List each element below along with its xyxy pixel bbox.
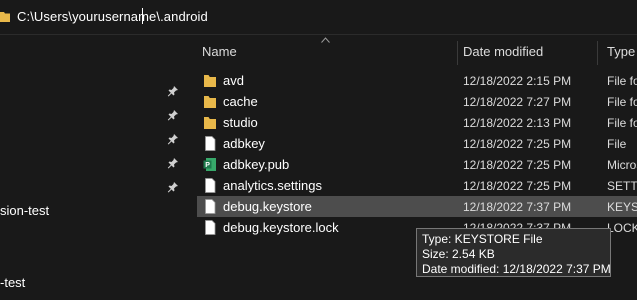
column-divider[interactable] (457, 41, 458, 65)
file-info-tooltip: Type: KEYSTORE File Size: 2.54 KB Date m… (416, 228, 611, 277)
address-path[interactable]: C:\Users\yourusername\.android (17, 9, 208, 24)
file-icon (205, 220, 216, 235)
file-row-avd[interactable]: avd 12/18/2022 2:15 PM File folder (197, 70, 637, 91)
file-row-adbkey[interactable]: adbkey 12/18/2022 7:25 PM File (197, 133, 637, 154)
column-divider[interactable] (597, 41, 598, 65)
folder-icon (0, 12, 10, 22)
folder-icon (204, 117, 216, 129)
nav-item-test[interactable]: -test (0, 275, 25, 290)
file-type: LOCK File (607, 221, 637, 235)
text-caret (142, 8, 143, 24)
pin-icon[interactable] (167, 157, 179, 169)
file-icon (205, 199, 216, 214)
file-row-studio[interactable]: studio 12/18/2022 2:13 PM File folder (197, 112, 637, 133)
file-type: File folder (607, 95, 637, 109)
file-name: adbkey.pub (223, 157, 290, 172)
file-type: File folder (607, 74, 637, 88)
tooltip-type: Type: KEYSTORE File (422, 232, 543, 246)
column-header: Name Date modified Type (193, 41, 637, 65)
file-name: avd (223, 73, 244, 88)
file-name: adbkey (223, 136, 265, 151)
folder-icon (204, 75, 216, 87)
file-type: SETTINGS File (607, 179, 637, 193)
file-type: File folder (607, 116, 637, 130)
file-icon (205, 136, 216, 151)
file-row-adbkey-pub[interactable]: P adbkey.pub 12/18/2022 7:25 PM Microsof… (197, 154, 637, 175)
column-name[interactable]: Name (202, 44, 237, 59)
file-type: KEYSTORE File (607, 200, 637, 214)
column-type[interactable]: Type (607, 44, 637, 59)
file-name: studio (223, 115, 258, 130)
svg-text:P: P (205, 162, 210, 169)
file-name: debug.keystore (223, 199, 312, 214)
file-date: 12/18/2022 7:27 PM (463, 95, 572, 109)
pin-icon[interactable] (167, 181, 179, 193)
file-date: 12/18/2022 7:25 PM (463, 179, 572, 193)
file-row-debug-keystore[interactable]: debug.keystore 12/18/2022 7:37 PM KEYSTO… (197, 196, 637, 217)
file-date: 12/18/2022 7:25 PM (463, 158, 572, 172)
tooltip-date: Date modified: 12/18/2022 7:37 PM (422, 262, 611, 276)
column-date-modified[interactable]: Date modified (463, 44, 543, 59)
file-row-cache[interactable]: cache 12/18/2022 7:27 PM File folder (197, 91, 637, 112)
file-type: Microsoft Publisher Document (607, 158, 637, 172)
file-row-analytics-settings[interactable]: analytics.settings 12/18/2022 7:25 PM SE… (197, 175, 637, 196)
address-bar[interactable]: C:\Users\yourusername\.android (0, 0, 637, 35)
file-name: analytics.settings (223, 178, 322, 193)
pin-icon[interactable] (167, 109, 179, 121)
file-date: 12/18/2022 7:37 PM (463, 200, 572, 214)
file-icon (205, 178, 216, 193)
pin-icon[interactable] (167, 133, 179, 145)
publisher-icon: P (203, 158, 216, 171)
file-name: debug.keystore.lock (223, 220, 339, 235)
file-name: cache (223, 94, 258, 109)
navigation-pane: sion-test -test (0, 35, 193, 300)
tooltip-size: Size: 2.54 KB (422, 247, 495, 261)
nav-item-session-test[interactable]: sion-test (0, 203, 49, 218)
pin-icon[interactable] (167, 85, 179, 97)
file-date: 12/18/2022 2:15 PM (463, 74, 572, 88)
folder-icon (204, 96, 216, 108)
file-date: 12/18/2022 7:25 PM (463, 137, 572, 151)
file-date: 12/18/2022 2:13 PM (463, 116, 572, 130)
file-type: File (607, 137, 627, 151)
